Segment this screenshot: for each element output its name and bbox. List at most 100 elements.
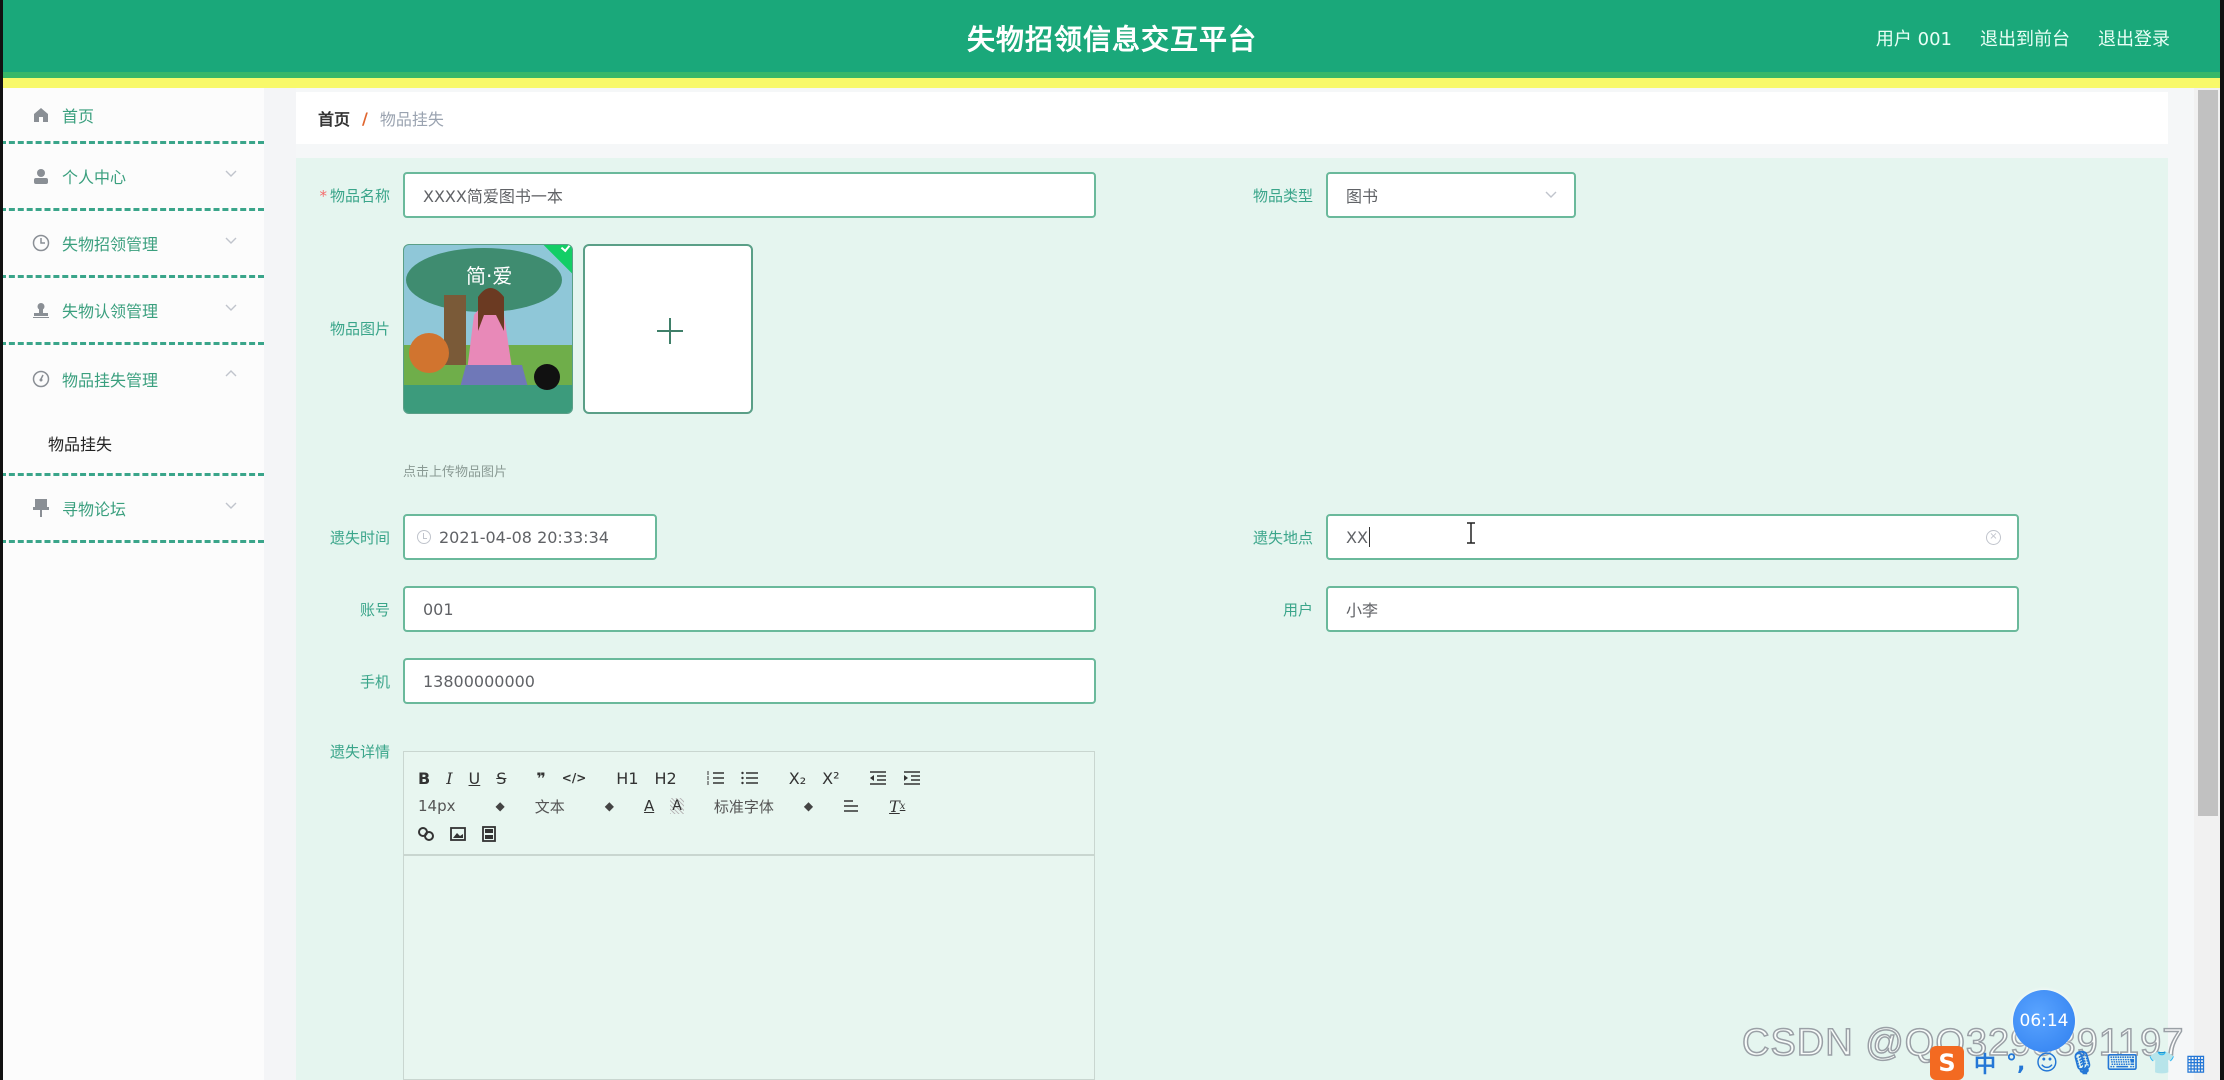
phone-label: 手机 (359, 673, 390, 691)
font-size-select[interactable]: 14px ◆ (418, 797, 535, 815)
microphone-icon[interactable]: 🎙 (2068, 1051, 2096, 1076)
lost-place-value: XX (1346, 527, 1368, 547)
heading2-button[interactable]: H2 (655, 769, 677, 788)
uploaded-image-thumbnail[interactable]: 简·爱 (403, 244, 573, 414)
gauge-icon (32, 370, 50, 388)
clear-icon[interactable]: × (1986, 530, 2001, 545)
sidebar-item-home[interactable]: 首页 (0, 88, 264, 144)
chevron-down-icon (225, 502, 237, 509)
account-label: 账号 (359, 601, 390, 619)
emoji-icon[interactable]: ☺ (2035, 1051, 2058, 1076)
window-edge-right (2220, 0, 2224, 1080)
exit-to-front-link[interactable]: 退出到前台 (1980, 25, 2070, 51)
code-block-button[interactable]: </> (562, 771, 587, 785)
link-icon[interactable] (418, 826, 434, 842)
ordered-list-icon[interactable] (707, 770, 725, 786)
content-gutter (264, 88, 296, 1080)
font-color-icon[interactable]: A (644, 797, 654, 815)
chevron-down-icon (225, 170, 237, 177)
italic-button[interactable]: I (446, 769, 452, 788)
sidebar-item-loss-report-management[interactable]: 物品挂失管理 (0, 345, 264, 412)
sidebar-item-personal-center[interactable]: 个人中心 (0, 144, 264, 211)
check-icon (560, 245, 572, 253)
lost-time-picker[interactable]: 2021-04-08 20:33:34 (403, 514, 657, 560)
clear-format-icon[interactable]: Tx (889, 797, 905, 816)
ime-toolbar: S 中 °, ☺ 🎙 ⌨ 👕 ▦ (1930, 1046, 2206, 1080)
editor-toolbar: B I U S ❞ </> H1 H2 X₂ X² 14px ◆ 文本 ◆ A … (404, 752, 1094, 856)
header-accent-stripe (0, 78, 2224, 88)
sidebar: 首页 个人中心 失物招领管理 失物认领管理 物品挂失管理 物品挂失 寻物论坛 (0, 88, 264, 1080)
sidebar-item-label: 个人中心 (62, 168, 127, 187)
subscript-button[interactable]: X₂ (789, 769, 806, 788)
font-family-select[interactable]: 标准字体 ◆ (714, 796, 843, 817)
lost-place-input[interactable]: XX × (1326, 514, 2019, 560)
item-name-value: XXXX简爱图书一本 (423, 187, 563, 206)
breadcrumb-current: 物品挂失 (379, 110, 444, 129)
editor-content-area[interactable] (404, 856, 1094, 1076)
user-icon (32, 167, 50, 185)
details-label: 遗失详情 (329, 743, 390, 761)
chevron-up-icon (225, 370, 237, 377)
indent-icon[interactable] (903, 770, 921, 786)
toolbar-row-media (418, 820, 1080, 848)
background-color-icon[interactable]: A (670, 798, 684, 814)
strikethrough-button[interactable]: S (496, 769, 506, 788)
phone-value: 13800000000 (423, 671, 535, 691)
superscript-button[interactable]: X² (822, 769, 839, 788)
account-input[interactable]: 001 (403, 586, 1096, 632)
header-select[interactable]: 文本 ◆ (535, 796, 644, 817)
pin-icon (32, 499, 50, 517)
skin-icon[interactable]: 👕 (2148, 1051, 2175, 1076)
sidebar-subitem-loss-report[interactable]: 物品挂失 (0, 412, 264, 476)
rich-text-editor: B I U S ❞ </> H1 H2 X₂ X² 14px ◆ 文本 ◆ A … (403, 751, 1095, 1080)
book-cover-image: 简·爱 (404, 245, 572, 413)
item-name-label: * 物品名称 (319, 187, 390, 205)
toolbar-row-formatting: B I U S ❞ </> H1 H2 X₂ X² (418, 764, 1080, 792)
item-type-select[interactable]: 图书 (1326, 172, 1576, 218)
bold-button[interactable]: B (418, 769, 430, 788)
current-user-label: 用户 001 (1875, 29, 1952, 50)
required-asterisk: * (319, 187, 327, 205)
grid-menu-icon[interactable]: ▦ (2185, 1051, 2206, 1076)
page-scrollbar-thumb[interactable] (2198, 90, 2218, 816)
sidebar-item-label: 物品挂失管理 (62, 370, 159, 390)
text-cursor-icon (1467, 522, 1475, 544)
sidebar-item-lost-found-management[interactable]: 失物招领管理 (0, 211, 264, 278)
outdent-icon[interactable] (869, 770, 887, 786)
align-icon[interactable] (843, 799, 859, 813)
heading1-button[interactable]: H1 (616, 769, 638, 788)
image-upload-button[interactable] (583, 244, 753, 414)
chevron-down-icon (225, 304, 237, 311)
item-image-label: 物品图片 (329, 320, 390, 338)
sogou-logo-icon[interactable]: S (1930, 1046, 1964, 1080)
lost-place-label: 遗失地点 (1252, 529, 1313, 547)
sidebar-item-label: 失物认领管理 (62, 302, 159, 321)
ime-language-toggle[interactable]: 中 (1974, 1047, 1996, 1079)
breadcrumb-separator: / (362, 108, 368, 128)
underline-button[interactable]: U (469, 769, 481, 788)
sidebar-item-claim-management[interactable]: 失物认领管理 (0, 278, 264, 345)
clock-icon (417, 530, 431, 544)
phone-input[interactable]: 13800000000 (403, 658, 1096, 704)
blockquote-button[interactable]: ❞ (536, 769, 545, 788)
video-icon[interactable] (482, 826, 496, 842)
breadcrumb: 首页 / 物品挂失 (296, 92, 2168, 144)
account-value: 001 (423, 599, 454, 619)
item-name-input[interactable]: XXXX简爱图书一本 (403, 172, 1096, 218)
item-type-value: 图书 (1346, 187, 1379, 206)
clock-icon (32, 234, 50, 252)
sidebar-item-search-forum[interactable]: 寻物论坛 (0, 476, 264, 543)
image-icon[interactable] (450, 827, 466, 841)
recording-timer: 06:14 (2013, 990, 2075, 1052)
item-type-label: 物品类型 (1252, 187, 1313, 205)
user-value: 小李 (1346, 601, 1379, 620)
punctuation-icon[interactable]: °, (2006, 1051, 2025, 1076)
breadcrumb-home[interactable]: 首页 (318, 106, 350, 130)
user-input[interactable]: 小李 (1326, 586, 2019, 632)
keyboard-icon[interactable]: ⌨ (2106, 1051, 2138, 1076)
lost-time-label: 遗失时间 (329, 529, 390, 547)
sidebar-item-label: 寻物论坛 (62, 500, 127, 519)
bullet-list-icon[interactable] (741, 770, 759, 786)
logout-link[interactable]: 退出登录 (2098, 25, 2170, 51)
user-label: 用户 (1282, 601, 1313, 619)
